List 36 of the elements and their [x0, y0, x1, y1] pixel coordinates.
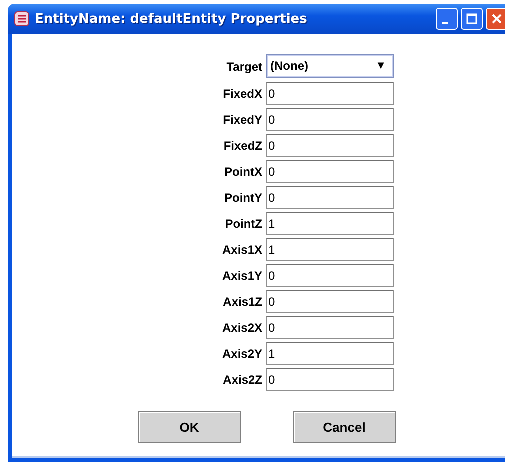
- input-field[interactable]: 1: [266, 212, 394, 235]
- minimize-button[interactable]: [436, 8, 458, 30]
- field-label: PointX: [224, 164, 263, 178]
- input-field[interactable]: 0: [266, 160, 394, 183]
- field-label: Axis1X: [222, 242, 263, 256]
- input-field[interactable]: 0: [266, 316, 394, 339]
- input-field[interactable]: 0: [266, 134, 394, 157]
- input-field[interactable]: 1: [266, 342, 394, 365]
- maximize-button[interactable]: [461, 8, 483, 30]
- field-label: Axis1Z: [222, 294, 263, 308]
- field-label: FixedY: [222, 112, 263, 126]
- dialog-button[interactable]: Cancel: [293, 411, 396, 443]
- field-label: PointY: [224, 190, 263, 204]
- close-button[interactable]: [486, 8, 505, 30]
- field-label: Target: [226, 60, 263, 74]
- close-icon: [491, 13, 503, 25]
- app-icon: [14, 11, 30, 27]
- window-title: EntityName: defaultEntity Properties: [35, 12, 308, 26]
- input-field[interactable]: 0: [266, 108, 394, 131]
- input-field[interactable]: 0: [266, 82, 394, 105]
- input-field[interactable]: 0: [266, 290, 394, 313]
- minimize-icon: [442, 22, 448, 24]
- field-label: Axis2Z: [222, 372, 263, 386]
- field-label: Axis2Y: [222, 346, 263, 360]
- field-label: Axis2X: [222, 320, 263, 334]
- input-field[interactable]: 0: [266, 186, 394, 209]
- input-field[interactable]: 0: [266, 264, 394, 287]
- dialog-button[interactable]: OK: [138, 411, 241, 443]
- input-field[interactable]: 0: [266, 368, 394, 391]
- field-label: FixedZ: [222, 138, 263, 152]
- field-label: PointZ: [224, 216, 263, 230]
- field-label: Axis1Y: [222, 268, 263, 282]
- field-label: FixedX: [222, 86, 263, 100]
- input-field[interactable]: 1: [266, 238, 394, 261]
- maximize-icon: [466, 13, 478, 25]
- target-dropdown[interactable]: (None) ▼: [266, 54, 394, 78]
